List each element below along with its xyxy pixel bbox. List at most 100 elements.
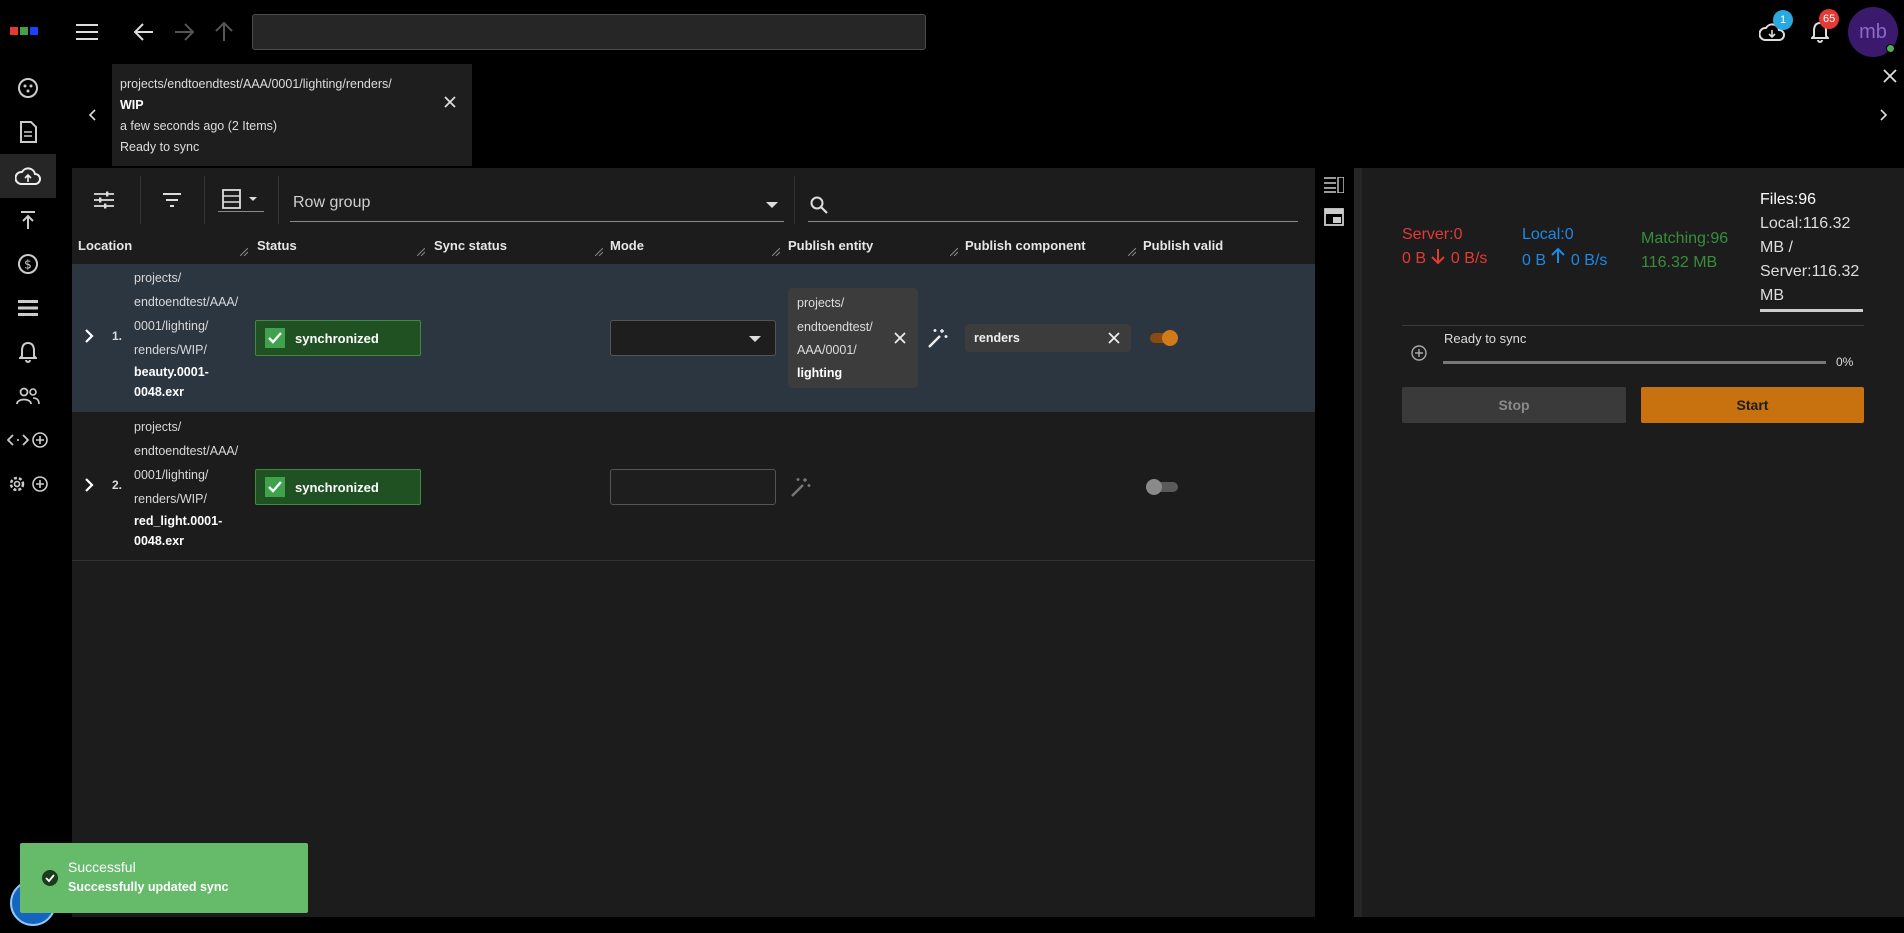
sync-status-text: Ready to sync xyxy=(1444,331,1527,346)
table-toolbar: Row group xyxy=(72,168,1315,232)
file-name: beauty.0001- xyxy=(134,365,209,379)
document-icon[interactable] xyxy=(0,110,56,154)
column-header-status[interactable]: Status xyxy=(257,238,297,253)
app-logo[interactable] xyxy=(10,27,46,37)
forward-arrow-icon[interactable] xyxy=(172,20,196,44)
close-card-icon[interactable] xyxy=(440,92,460,112)
chevron-down-icon xyxy=(749,336,761,342)
breadcrumb-path: projects/endtoendtest/AAA/0001/lighting/… xyxy=(120,77,392,91)
publish-component-chip[interactable]: renders xyxy=(965,324,1131,352)
address-input[interactable] xyxy=(252,14,926,50)
server-count: Server:0 xyxy=(1402,226,1463,243)
column-header-sync-status[interactable]: Sync status xyxy=(434,238,507,253)
table-header: Location Status Sync status Mode Publish… xyxy=(72,232,1315,258)
dashboard-icon[interactable] xyxy=(0,66,56,110)
search-input[interactable] xyxy=(808,186,1298,222)
publish-icon[interactable] xyxy=(0,198,56,242)
column-header-publish-entity[interactable]: Publish entity xyxy=(788,238,873,253)
add-circle-icon[interactable] xyxy=(1410,344,1428,362)
status-badge[interactable]: synchronized xyxy=(255,320,421,356)
upload-arrow-icon xyxy=(1551,247,1566,263)
folder-breadcrumb-card[interactable]: projects/endtoendtest/AAA/0001/lighting/… xyxy=(112,64,472,166)
server-total: Server:116.32 xyxy=(1760,263,1860,280)
settings-add-icon[interactable] xyxy=(0,462,56,506)
column-header-publish-component[interactable]: Publish component xyxy=(965,238,1086,253)
up-arrow-icon[interactable] xyxy=(212,20,236,44)
sync-panel: Server:0 0 B 0 B/s Local:0 0 B 0 B/s Mat… xyxy=(1362,168,1904,917)
filter-icon[interactable] xyxy=(160,190,184,210)
toast-title: Successful xyxy=(68,859,136,875)
sync-progress-percent: 0% xyxy=(1836,355,1854,369)
breadcrumb-folder: WIP xyxy=(120,98,144,112)
svg-text:$: $ xyxy=(24,258,32,272)
sync-table: Row group Location Status Sync status Mo… xyxy=(72,168,1315,917)
list-icon[interactable] xyxy=(0,286,56,330)
row-group-label: Row group xyxy=(293,194,371,211)
view-mode-dropdown[interactable] xyxy=(218,186,264,212)
remove-entity-icon[interactable] xyxy=(892,330,908,346)
local-count: Local:0 xyxy=(1522,226,1574,243)
users-icon[interactable] xyxy=(0,374,56,418)
matching-count: Matching:96 xyxy=(1641,230,1729,247)
checkmark-icon xyxy=(265,328,285,348)
stop-button[interactable]: Stop xyxy=(1402,387,1626,423)
panel-splitter[interactable] xyxy=(1354,168,1362,917)
checkmark-icon xyxy=(265,477,285,497)
detail-panel-icon[interactable] xyxy=(1322,206,1346,228)
expand-row-icon[interactable] xyxy=(84,477,94,493)
top-bar: 1 65 mb xyxy=(0,0,1904,64)
column-header-mode[interactable]: Mode xyxy=(610,238,644,253)
online-status-dot xyxy=(1886,44,1895,53)
toast-message: Successfully updated sync xyxy=(68,880,229,894)
search-icon xyxy=(810,196,828,214)
files-underline xyxy=(1760,309,1863,312)
status-label: synchronized xyxy=(295,479,379,495)
column-header-publish-valid[interactable]: Publish valid xyxy=(1143,238,1223,253)
code-add-icon[interactable] xyxy=(0,418,56,462)
tune-icon[interactable] xyxy=(92,188,116,212)
sync-progress-bar xyxy=(1443,361,1826,364)
local-transfer: 0 B 0 B/s xyxy=(1522,247,1607,273)
breadcrumb-time: a few seconds ago (2 Items) xyxy=(120,119,278,133)
cloud-badge: 1 xyxy=(1773,10,1793,30)
row-index: 2. xyxy=(112,478,123,492)
file-name: red_light.0001- xyxy=(134,514,223,528)
table-row[interactable]: 2. projects/ endtoendtest/AAA/ 0001/ligh… xyxy=(72,413,1315,561)
mode-select[interactable] xyxy=(610,320,776,356)
notification-badge: 65 xyxy=(1819,9,1840,29)
success-toast: Successful Successfully updated sync xyxy=(20,843,308,913)
table-row[interactable]: 1. projects/ endtoendtest/AAA/ 0001/ligh… xyxy=(72,264,1315,412)
files-count: Files:96 xyxy=(1760,191,1817,208)
cost-icon[interactable]: $ xyxy=(0,242,56,286)
remove-component-icon[interactable] xyxy=(1107,331,1121,345)
divider xyxy=(1402,325,1864,326)
left-navigation-rail: $ xyxy=(0,64,56,933)
row-index: 1. xyxy=(112,329,123,343)
chevron-right-icon[interactable] xyxy=(1876,104,1892,126)
cloud-sync-nav-icon[interactable] xyxy=(0,154,56,198)
row-group-select[interactable]: Row group xyxy=(290,186,784,222)
publish-entity-chip[interactable]: projects/ endtoendtest/ AAA/0001/ lighti… xyxy=(788,288,918,388)
columns-panel-icon[interactable] xyxy=(1322,174,1346,196)
magic-wand-icon[interactable] xyxy=(788,474,814,500)
magic-wand-icon[interactable] xyxy=(925,325,951,351)
check-circle-icon xyxy=(41,869,59,887)
alerts-icon[interactable] xyxy=(0,330,56,374)
status-badge[interactable]: synchronized xyxy=(255,469,421,505)
server-transfer: 0 B 0 B/s xyxy=(1402,249,1488,267)
local-total: Local:116.32 xyxy=(1760,215,1851,232)
local-total-unit: MB / xyxy=(1760,239,1793,256)
expand-row-icon[interactable] xyxy=(84,328,94,344)
download-arrow-icon xyxy=(1431,249,1446,265)
close-icon[interactable] xyxy=(1880,66,1900,86)
chevron-left-icon[interactable] xyxy=(84,104,100,126)
location-path: projects/ endtoendtest/AAA/ 0001/lightin… xyxy=(134,420,239,548)
column-header-location[interactable]: Location xyxy=(78,238,132,253)
location-path: projects/ endtoendtest/AAA/ 0001/lightin… xyxy=(134,271,239,399)
menu-icon[interactable] xyxy=(74,20,100,44)
status-label: synchronized xyxy=(295,330,379,346)
matching-size: 116.32 MB xyxy=(1641,254,1718,271)
mode-select[interactable] xyxy=(610,469,776,505)
back-arrow-icon[interactable] xyxy=(132,20,156,44)
start-button[interactable]: Start xyxy=(1641,387,1864,423)
